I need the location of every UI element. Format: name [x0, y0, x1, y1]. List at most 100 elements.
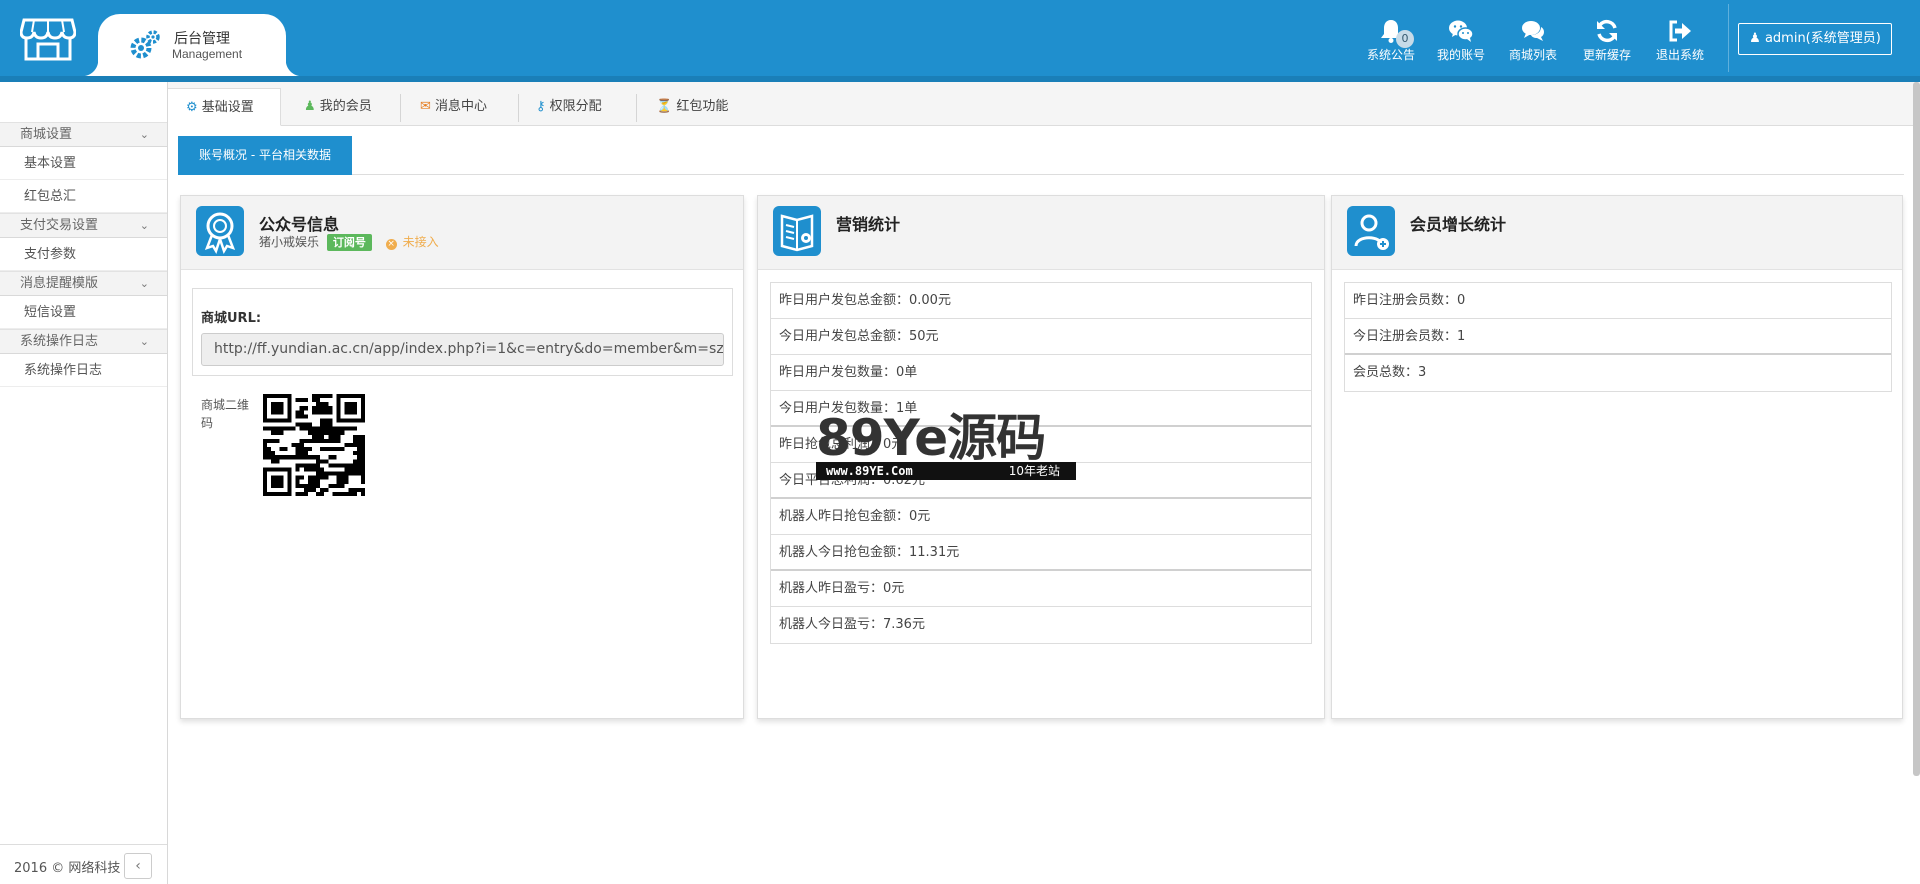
nav-label: 退出系统: [1655, 48, 1704, 62]
status-text: 未接入: [402, 235, 439, 249]
sidebar-item-sms-settings[interactable]: 短信设置: [0, 296, 167, 329]
sidebar-footer: 2016 © 网络科技 ‹: [0, 844, 167, 884]
user-icon: ♟: [304, 99, 316, 114]
stat-row: 机器人今日盈亏：7.36元: [779, 617, 925, 632]
logout-icon: [1669, 20, 1691, 42]
sidebar-group-title: 商城设置: [20, 127, 73, 142]
card-title: 会员增长统计: [1410, 215, 1507, 234]
stat-row: 会员总数：3: [1353, 365, 1427, 380]
account-info: 猪小戒娱乐 订阅号 × 未接入: [259, 233, 439, 251]
nav-label: 更新缓存: [1582, 48, 1631, 62]
brand-title: 后台管理: [174, 31, 230, 47]
card-title: 公众号信息: [259, 215, 340, 234]
subscription-badge: 订阅号: [326, 234, 372, 251]
members-table: 昨日注册会员数：0 今日注册会员数：1 会员总数：3: [1344, 282, 1892, 392]
gear-icon: ⚙: [186, 100, 198, 115]
copyright: 2016 © 网络科技: [14, 861, 121, 876]
tab-my-members[interactable]: ♟ 我的会员: [282, 88, 400, 126]
stat-row: 昨日用户发包总金额：0.00元: [771, 283, 1311, 319]
chevron-down-icon: ⌄: [139, 335, 149, 348]
tab-label: 红包功能: [676, 99, 729, 114]
store-logo-icon: [20, 18, 76, 61]
card-official-account: 公众号信息 猪小戒娱乐 订阅号 × 未接入 商城URL: http://ff.yu…: [180, 195, 744, 719]
stat-row: 昨日用户发包数量：0单: [771, 355, 1311, 391]
stats-book-icon: [773, 206, 821, 256]
chevron-down-icon: ⌄: [139, 219, 149, 232]
card-header: 公众号信息 猪小戒娱乐 订阅号 × 未接入: [181, 196, 743, 270]
wechat-icon: [1449, 20, 1474, 42]
stat-row: 昨日注册会员数：0: [1345, 283, 1891, 319]
card-member-growth: 会员增长统计 昨日注册会员数：0 今日注册会员数：1 会员总数：3: [1331, 195, 1903, 719]
stat-row: 机器人昨日抢包金额：0元: [771, 499, 1311, 535]
key-icon: ⚷: [536, 99, 546, 114]
connect-status: × 未接入: [385, 235, 439, 250]
tab-label: 基础设置: [201, 100, 254, 115]
url-label: 商城URL:: [201, 311, 262, 326]
admin-user-button[interactable]: ♟ admin(系统管理员): [1738, 23, 1892, 55]
tab-message-center[interactable]: ✉ 消息中心: [400, 88, 518, 126]
tab-label: 权限分配: [549, 99, 602, 114]
watermark-logo: 89Ye源码 www.89YE.Com 10年老站: [816, 410, 1076, 482]
redpacket-icon: ⏳: [656, 99, 673, 114]
account-name: 猪小戒娱乐: [259, 235, 320, 249]
sidebar-group-title: 系统操作日志: [20, 334, 99, 349]
comments-icon: [1522, 21, 1544, 41]
close-circle-icon: ×: [385, 239, 397, 250]
nav-divider: [1728, 4, 1729, 72]
tab-label: 我的会员: [319, 99, 372, 114]
chevron-down-icon: ⌄: [139, 128, 149, 141]
watermark-text: 89Ye源码: [816, 409, 1046, 467]
refresh-icon: [1597, 19, 1617, 43]
nav-logout[interactable]: 退出系统: [1645, 14, 1715, 63]
award-icon: [196, 206, 244, 256]
sidebar-item-basic-settings[interactable]: 基本设置: [0, 147, 167, 180]
stat-row: 机器人今日抢包金额：11.31元: [771, 535, 1311, 571]
card-title: 营销统计: [836, 215, 901, 234]
gears-icon: [130, 30, 160, 59]
subtab-account-overview[interactable]: 账号概况 - 平台相关数据: [178, 136, 352, 175]
nav-store-list[interactable]: 商城列表: [1498, 14, 1568, 63]
message-icon: ✉: [420, 99, 431, 114]
subtab-bar: 账号概况 - 平台相关数据: [178, 136, 1904, 175]
watermark-url: www.89YE.Com: [826, 464, 913, 478]
tab-red-packet[interactable]: ⏳ 红包功能: [636, 88, 760, 126]
stat-row: 今日用户发包总金额：50元: [771, 319, 1311, 355]
sidebar-group-system-log[interactable]: 系统操作日志 ⌄: [0, 329, 167, 354]
page-scrollbar[interactable]: [1913, 82, 1920, 776]
card-header: 营销统计: [758, 196, 1324, 270]
sidebar-group-title: 消息提醒模版: [20, 276, 99, 291]
collapse-sidebar-button[interactable]: ‹: [124, 853, 152, 879]
watermark-bar: www.89YE.Com 10年老站: [816, 462, 1076, 480]
sidebar: 商城设置 ⌄ 基本设置 红包总汇 支付交易设置 ⌄ 支付参数 消息提醒模版 ⌄ 短信设…: [0, 82, 168, 884]
brand-tab[interactable]: 后台管理 Management: [82, 14, 302, 76]
tab-label: 消息中心: [435, 99, 488, 114]
qr-label: 商城二维码: [201, 398, 250, 430]
user-icon: ♟: [1749, 31, 1765, 46]
sidebar-item-payment-params[interactable]: 支付参数: [0, 238, 167, 271]
nav-refresh-cache[interactable]: 更新缓存: [1572, 14, 1642, 63]
brand-subtitle: Management: [172, 47, 243, 61]
tab-basic-settings[interactable]: ⚙ 基础设置: [167, 88, 281, 126]
sidebar-group-store-settings[interactable]: 商城设置 ⌄: [0, 122, 167, 147]
nav-label: 系统公告: [1366, 48, 1415, 62]
sidebar-group-message-template[interactable]: 消息提醒模版 ⌄: [0, 271, 167, 296]
tab-permissions[interactable]: ⚷ 权限分配: [518, 88, 636, 126]
notification-badge: 0: [1396, 30, 1414, 48]
admin-label: admin(系统管理员): [1764, 31, 1881, 46]
stat-row: 机器人昨日盈亏：0元: [771, 571, 1311, 607]
card-header: 会员增长统计: [1332, 196, 1902, 270]
main-tabs: ⚙ 基础设置 ♟ 我的会员 ✉ 消息中心 ⚷ 权限分配 ⏳ 红包功能: [0, 82, 1920, 126]
sidebar-group-payment[interactable]: 支付交易设置 ⌄: [0, 213, 167, 238]
sidebar-item-system-log[interactable]: 系统操作日志: [0, 354, 167, 387]
url-box: 商城URL: http://ff.yundian.ac.cn/app/index…: [192, 288, 733, 376]
stat-row: 今日注册会员数：1: [1345, 319, 1891, 355]
sidebar-item-redpacket-summary[interactable]: 红包总汇: [0, 180, 167, 213]
user-add-icon: [1347, 206, 1395, 256]
nav-label: 我的账号: [1436, 48, 1485, 62]
nav-my-account[interactable]: 我的账号: [1426, 14, 1496, 63]
nav-announcement[interactable]: 0 系统公告: [1356, 14, 1426, 63]
store-url-field[interactable]: http://ff.yundian.ac.cn/app/index.php?i=…: [201, 333, 724, 366]
chevron-down-icon: ⌄: [139, 277, 149, 290]
nav-label: 商城列表: [1508, 48, 1557, 62]
qr-code: [263, 394, 365, 496]
